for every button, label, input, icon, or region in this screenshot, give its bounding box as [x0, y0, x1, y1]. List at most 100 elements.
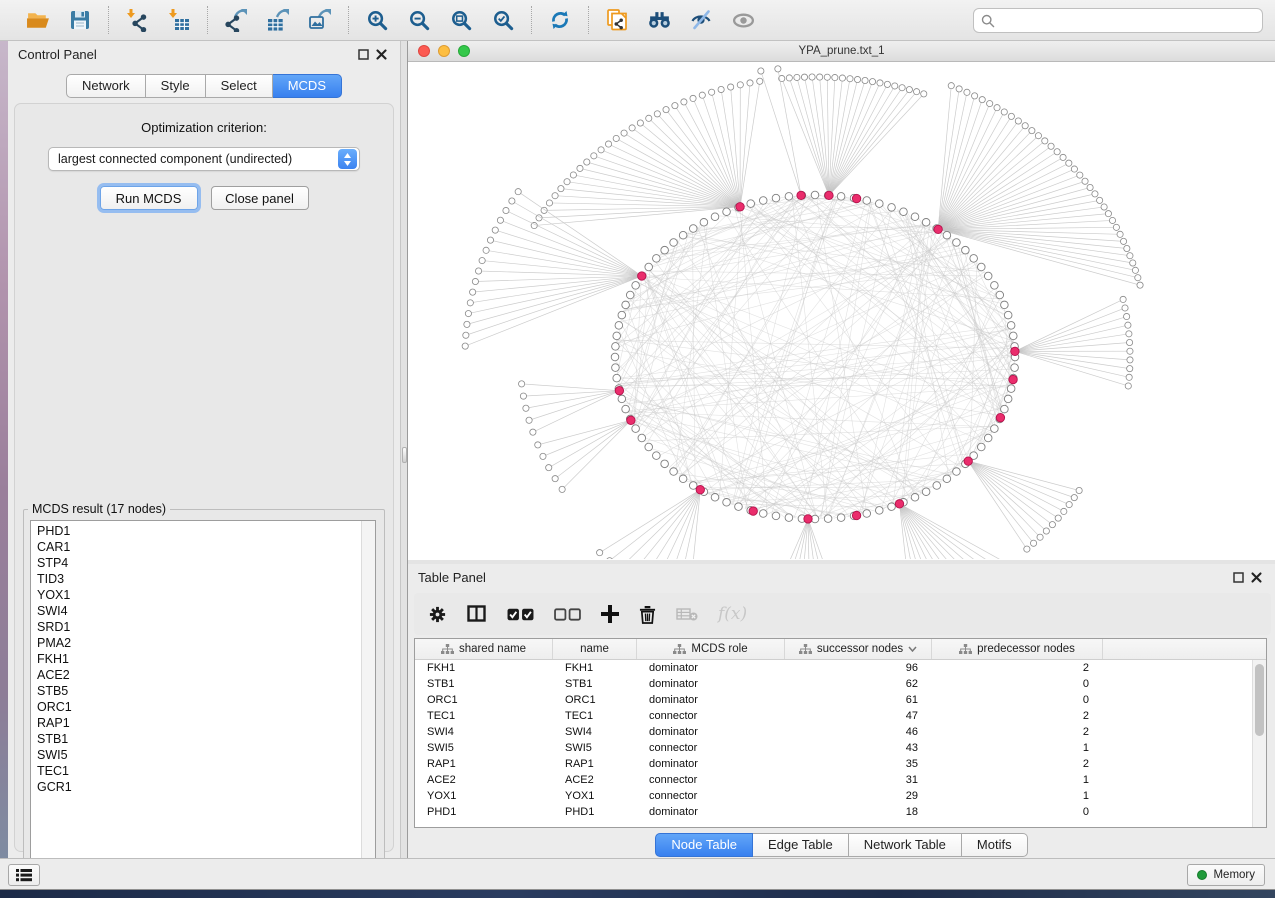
graph-node[interactable] — [613, 374, 621, 382]
graph-node[interactable] — [953, 468, 961, 476]
graph-node[interactable] — [911, 213, 919, 221]
refresh-icon[interactable] — [546, 6, 574, 34]
graph-leaf-node[interactable] — [1097, 197, 1103, 203]
graph-leaf-node[interactable] — [1120, 296, 1126, 302]
graph-leaf-node[interactable] — [987, 100, 993, 106]
graph-node[interactable] — [759, 197, 767, 205]
table-row[interactable]: FKH1FKH1dominator962 — [415, 660, 1252, 676]
graph-leaf-node[interactable] — [1087, 184, 1093, 190]
mcds-result-item[interactable]: TID3 — [37, 571, 361, 587]
graph-dominator-node[interactable] — [852, 511, 860, 519]
table-row[interactable]: SWI4SWI4dominator462 — [415, 724, 1252, 740]
graph-node[interactable] — [618, 311, 626, 319]
graph-leaf-node[interactable] — [1060, 154, 1066, 160]
open-session-icon[interactable] — [24, 6, 52, 34]
graph-node[interactable] — [653, 255, 661, 263]
graph-leaf-node[interactable] — [1122, 305, 1128, 311]
graph-dominator-node[interactable] — [934, 225, 942, 233]
graph-node[interactable] — [747, 200, 755, 208]
graph-node[interactable] — [991, 425, 999, 433]
graph-node[interactable] — [1007, 322, 1015, 330]
graph-leaf-node[interactable] — [472, 278, 478, 284]
criterion-select[interactable]: largest connected component (undirected) — [48, 147, 360, 171]
graph-node[interactable] — [689, 225, 697, 233]
mcds-result-item[interactable]: ACE2 — [37, 667, 361, 683]
graph-leaf-node[interactable] — [1132, 267, 1138, 273]
graph-node[interactable] — [661, 246, 669, 254]
export-image-icon[interactable] — [306, 6, 334, 34]
tab-network[interactable]: Network — [66, 74, 146, 98]
graph-node[interactable] — [875, 507, 883, 515]
graph-dominator-node[interactable] — [996, 413, 1004, 421]
graph-leaf-node[interactable] — [757, 78, 763, 84]
mcds-result-item[interactable]: ORC1 — [37, 699, 361, 715]
graph-leaf-node[interactable] — [921, 91, 927, 97]
graph-leaf-node[interactable] — [1120, 238, 1126, 244]
graph-leaf-node[interactable] — [1137, 282, 1143, 288]
graph-leaf-node[interactable] — [467, 300, 473, 306]
graph-leaf-node[interactable] — [1124, 313, 1130, 319]
graph-dominator-node[interactable] — [615, 386, 623, 394]
graph-node[interactable] — [911, 493, 919, 501]
graph-leaf-node[interactable] — [862, 77, 868, 83]
graph-dominator-node[interactable] — [696, 486, 704, 494]
close-icon[interactable] — [1247, 569, 1265, 587]
graph-leaf-node[interactable] — [994, 105, 1000, 111]
graph-leaf-node[interactable] — [1127, 253, 1133, 259]
graph-leaf-node[interactable] — [663, 107, 669, 113]
graph-leaf-node[interactable] — [1037, 534, 1043, 540]
graph-node[interactable] — [632, 282, 640, 290]
show-column-icon[interactable] — [467, 605, 487, 623]
graph-leaf-node[interactable] — [1082, 178, 1088, 184]
graph-node[interactable] — [984, 434, 992, 442]
mcds-result-item[interactable]: STP4 — [37, 555, 361, 571]
graph-leaf-node[interactable] — [913, 89, 919, 95]
graph-leaf-node[interactable] — [964, 89, 970, 95]
graph-dominator-node[interactable] — [895, 500, 903, 508]
table-row[interactable]: YOX1YOX1connector291 — [415, 788, 1252, 804]
graph-node[interactable] — [632, 425, 640, 433]
mcds-result-item[interactable]: STB5 — [37, 683, 361, 699]
graph-leaf-node[interactable] — [598, 147, 604, 153]
graph-node[interactable] — [811, 191, 819, 199]
search-network-icon[interactable] — [645, 6, 673, 34]
graph-node[interactable] — [679, 475, 687, 483]
graph-leaf-node[interactable] — [1071, 166, 1077, 172]
table-settings-gear-icon[interactable] — [428, 605, 447, 624]
column-header-successor-nodes[interactable]: successor nodes — [785, 639, 932, 659]
mcds-result-item[interactable]: RAP1 — [37, 715, 361, 731]
graph-leaf-node[interactable] — [606, 558, 612, 559]
mcds-result-item[interactable]: YOX1 — [37, 587, 361, 603]
graph-dominator-node[interactable] — [1009, 375, 1017, 383]
delete-column-icon[interactable] — [639, 605, 656, 624]
graph-node[interactable] — [638, 434, 646, 442]
graph-leaf-node[interactable] — [479, 257, 485, 263]
graph-leaf-node[interactable] — [839, 75, 845, 81]
graph-leaf-node[interactable] — [558, 186, 564, 192]
tab-style[interactable]: Style — [146, 74, 206, 98]
graph-leaf-node[interactable] — [1077, 172, 1083, 178]
graph-node[interactable] — [922, 488, 930, 496]
graph-leaf-node[interactable] — [597, 550, 603, 556]
graph-leaf-node[interactable] — [718, 86, 724, 92]
graph-leaf-node[interactable] — [621, 130, 627, 136]
zoom-in-icon[interactable] — [363, 6, 391, 34]
graph-node[interactable] — [984, 272, 992, 280]
graph-leaf-node[interactable] — [775, 66, 781, 72]
graph-node[interactable] — [723, 208, 731, 216]
graph-leaf-node[interactable] — [672, 103, 678, 109]
graph-leaf-node[interactable] — [1054, 149, 1060, 155]
graph-leaf-node[interactable] — [646, 115, 652, 121]
tab-motifs[interactable]: Motifs — [962, 833, 1028, 857]
graph-leaf-node[interactable] — [1048, 143, 1054, 149]
graph-node[interactable] — [1007, 385, 1015, 393]
graph-leaf-node[interactable] — [1135, 275, 1141, 281]
graph-node[interactable] — [653, 452, 661, 460]
graph-node[interactable] — [785, 514, 793, 522]
graph-node[interactable] — [661, 460, 669, 468]
run-mcds-button[interactable]: Run MCDS — [100, 186, 198, 210]
tab-mcds[interactable]: MCDS — [273, 74, 342, 98]
mcds-result-item[interactable]: SWI4 — [37, 603, 361, 619]
graph-leaf-node[interactable] — [637, 120, 643, 126]
close-panel-button[interactable]: Close panel — [211, 186, 309, 210]
